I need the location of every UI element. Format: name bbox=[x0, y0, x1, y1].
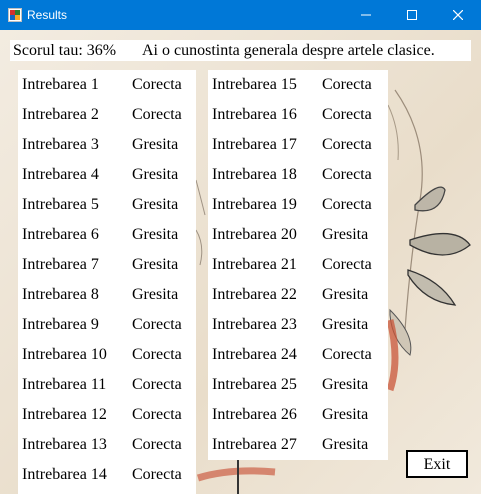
result-status: Corecta bbox=[322, 346, 372, 363]
result-status: Gresita bbox=[132, 136, 179, 153]
question-label: Intrebarea 6 bbox=[22, 226, 99, 243]
results-list-left: Intrebarea 1 Corecta Intrebarea 2 Corecta … bbox=[18, 70, 196, 494]
question-label: Intrebarea 8 bbox=[22, 286, 99, 303]
question-label: Intrebarea 18 bbox=[212, 166, 297, 183]
result-status: Corecta bbox=[322, 196, 372, 213]
result-status: Gresita bbox=[132, 166, 179, 183]
result-status: Gresita bbox=[132, 256, 179, 273]
close-button[interactable] bbox=[435, 0, 481, 30]
results-list-right: Intrebarea 15 Corecta Intrebarea 16 Corect… bbox=[208, 70, 388, 460]
exit-button[interactable]: Exit bbox=[406, 450, 468, 478]
results-window-body: Scorul tau: 36% Ai o cunostinta generala… bbox=[0, 30, 481, 494]
result-status: Corecta bbox=[132, 316, 182, 333]
result-status: Corecta bbox=[322, 256, 372, 273]
score-summary: Scorul tau: 36% Ai o cunostinta generala… bbox=[10, 40, 471, 61]
result-status: Gresita bbox=[322, 316, 369, 333]
result-status: Corecta bbox=[322, 166, 372, 183]
question-label: Intrebarea 27 bbox=[212, 436, 297, 453]
question-label: Intrebarea 9 bbox=[22, 316, 99, 333]
maximize-icon bbox=[407, 10, 417, 20]
score-message: Ai o cunostinta generala despre artele c… bbox=[142, 42, 435, 59]
question-label: Intrebarea 16 bbox=[212, 106, 297, 123]
maximize-button[interactable] bbox=[389, 0, 435, 30]
result-status: Corecta bbox=[132, 346, 182, 363]
result-status: Corecta bbox=[132, 466, 182, 483]
app-icon bbox=[8, 8, 22, 22]
question-label: Intrebarea 21 bbox=[212, 256, 297, 273]
result-status: Gresita bbox=[132, 286, 179, 303]
question-label: Intrebarea 25 bbox=[212, 376, 297, 393]
question-label: Intrebarea 13 bbox=[22, 436, 107, 453]
minimize-icon bbox=[361, 14, 371, 16]
question-label: Intrebarea 19 bbox=[212, 196, 297, 213]
question-label: Intrebarea 3 bbox=[22, 136, 99, 153]
question-label: Intrebarea 15 bbox=[212, 76, 297, 93]
result-status: Corecta bbox=[322, 136, 372, 153]
question-label: Intrebarea 23 bbox=[212, 316, 297, 333]
result-status: Gresita bbox=[322, 286, 369, 303]
question-label: Intrebarea 11 bbox=[22, 376, 107, 393]
question-label: Intrebarea 12 bbox=[22, 406, 107, 423]
question-label: Intrebarea 20 bbox=[212, 226, 297, 243]
result-status: Gresita bbox=[132, 226, 179, 243]
result-status: Corecta bbox=[132, 376, 182, 393]
question-label: Intrebarea 5 bbox=[22, 196, 99, 213]
close-icon bbox=[453, 10, 463, 20]
result-status: Gresita bbox=[322, 226, 369, 243]
window-title: Results bbox=[27, 8, 68, 22]
question-label: Intrebarea 1 bbox=[22, 76, 99, 93]
question-label: Intrebarea 10 bbox=[22, 346, 107, 363]
result-status: Corecta bbox=[322, 106, 372, 123]
result-status: Gresita bbox=[322, 376, 369, 393]
result-status: Gresita bbox=[322, 436, 369, 453]
result-status: Gresita bbox=[322, 406, 369, 423]
score-label: Scorul tau: 36% bbox=[13, 42, 117, 59]
question-label: Intrebarea 26 bbox=[212, 406, 297, 423]
question-label: Intrebarea 22 bbox=[212, 286, 297, 303]
question-label: Intrebarea 24 bbox=[212, 346, 297, 363]
question-label: Intrebarea 2 bbox=[22, 106, 99, 123]
minimize-button[interactable] bbox=[343, 0, 389, 30]
question-label: Intrebarea 17 bbox=[212, 136, 297, 153]
result-status: Gresita bbox=[132, 196, 179, 213]
question-label: Intrebarea 14 bbox=[22, 466, 107, 483]
result-status: Corecta bbox=[132, 106, 182, 123]
title-bar: Results bbox=[0, 0, 481, 30]
result-status: Corecta bbox=[132, 436, 182, 453]
result-status: Corecta bbox=[132, 76, 182, 93]
result-status: Corecta bbox=[322, 76, 372, 93]
question-label: Intrebarea 7 bbox=[22, 256, 99, 273]
result-status: Corecta bbox=[132, 406, 182, 423]
question-label: Intrebarea 4 bbox=[22, 166, 99, 183]
